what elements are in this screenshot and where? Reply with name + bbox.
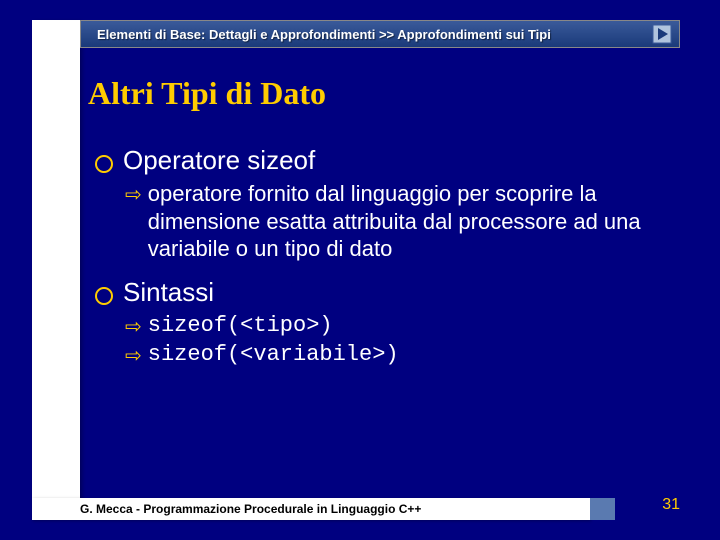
footer-accent [590, 498, 615, 520]
bullet-item: Sintassi [95, 277, 680, 308]
bullet-heading: Operatore sizeof [123, 145, 315, 176]
sub-item: ⇨ sizeof(<tipo>) [125, 312, 680, 340]
slide-content: Operatore sizeof ⇨ operatore fornito dal… [95, 145, 680, 371]
arrow-bullet-icon: ⇨ [125, 314, 142, 339]
sub-item: ⇨ sizeof(<variabile>) [125, 341, 680, 369]
circle-bullet-icon [95, 287, 113, 305]
code-line: sizeof(<tipo>) [148, 312, 333, 340]
footer-bar: G. Mecca - Programmazione Procedurale in… [32, 498, 590, 520]
circle-bullet-icon [95, 155, 113, 173]
bullet-item: Operatore sizeof [95, 145, 680, 176]
sub-item: ⇨ operatore fornito dal linguaggio per s… [125, 180, 680, 263]
page-number: 31 [662, 496, 680, 514]
arrow-bullet-icon: ⇨ [125, 182, 142, 207]
arrow-bullet-icon: ⇨ [125, 343, 142, 368]
breadcrumb-bar: Elementi di Base: Dettagli e Approfondim… [80, 20, 680, 48]
breadcrumb-text: Elementi di Base: Dettagli e Approfondim… [97, 27, 551, 42]
left-sidebar [32, 20, 80, 500]
bullet-heading: Sintassi [123, 277, 214, 308]
slide-title: Altri Tipi di Dato [88, 75, 326, 112]
sub-text: operatore fornito dal linguaggio per sco… [148, 180, 680, 263]
code-line: sizeof(<variabile>) [148, 341, 399, 369]
arrow-right-icon [652, 24, 672, 44]
next-slide-button[interactable] [652, 24, 672, 44]
footer-text: G. Mecca - Programmazione Procedurale in… [80, 502, 421, 516]
